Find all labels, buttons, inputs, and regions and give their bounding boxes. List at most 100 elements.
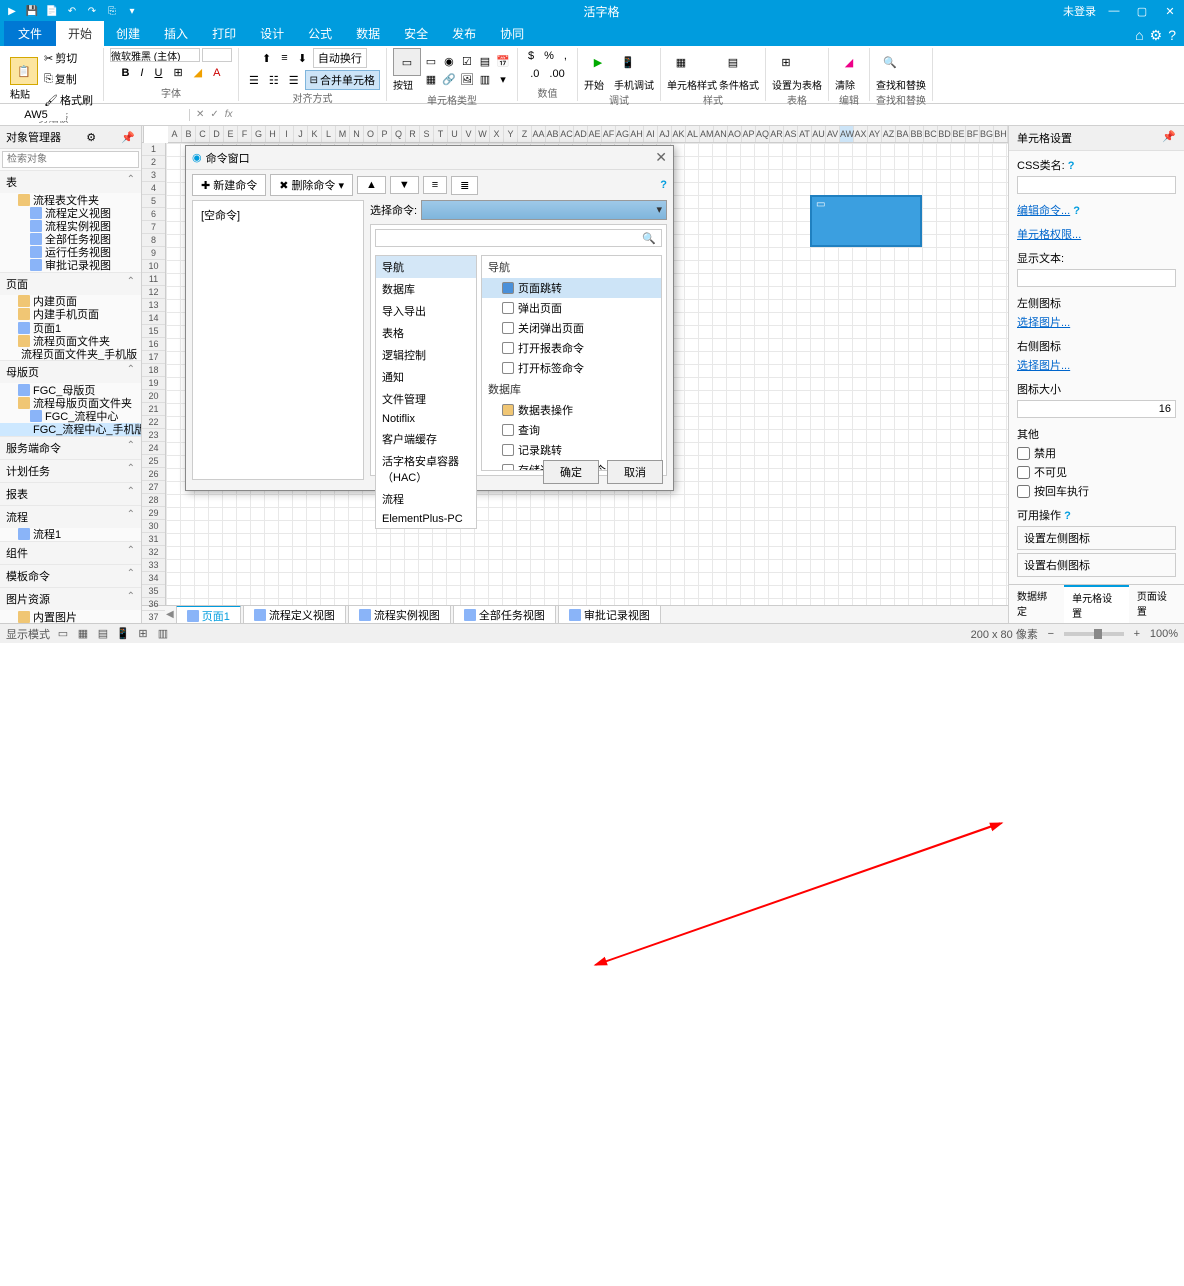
selected-cell[interactable]: ▭ bbox=[810, 195, 922, 247]
tree-folder[interactable]: 流程页面文件夹_手机版 bbox=[0, 347, 141, 360]
tab-insert[interactable]: 插入 bbox=[152, 21, 200, 46]
help-icon[interactable]: ? bbox=[1073, 205, 1080, 217]
dialog-close-icon[interactable]: ✕ bbox=[655, 149, 667, 166]
italic-button[interactable]: I bbox=[136, 64, 147, 81]
sb-icon3[interactable]: ▤ bbox=[96, 627, 110, 641]
css-class-input[interactable] bbox=[1017, 176, 1176, 194]
tab-create[interactable]: 创建 bbox=[104, 21, 152, 46]
cat-cache[interactable]: 客户端缓存 bbox=[376, 428, 476, 450]
cat-table[interactable]: 表格 bbox=[376, 322, 476, 344]
start-debug-icon[interactable]: ▶ bbox=[584, 48, 612, 76]
sheet-tab[interactable]: 流程定义视图 bbox=[243, 605, 346, 623]
tree-folder[interactable]: 内建手机页面 bbox=[0, 308, 141, 321]
zoom-level[interactable]: 100% bbox=[1150, 628, 1178, 640]
font-size-select[interactable] bbox=[202, 48, 232, 62]
mobile-debug-icon[interactable]: 📱 bbox=[614, 48, 642, 76]
fill-color-button[interactable]: ◢ bbox=[190, 64, 206, 81]
settings-icon[interactable]: ⚙ bbox=[1150, 27, 1163, 44]
sheet-nav-prev[interactable]: ◀ bbox=[166, 609, 174, 620]
tab-formula[interactable]: 公式 bbox=[296, 21, 344, 46]
ct3-icon[interactable]: ☑ bbox=[459, 53, 475, 69]
tree-item[interactable]: FGC_流程中心 bbox=[0, 410, 141, 423]
tab-print[interactable]: 打印 bbox=[200, 21, 248, 46]
new-command-button[interactable]: ✚新建命令 bbox=[192, 174, 266, 196]
sheet-tab[interactable]: 全部任务视图 bbox=[453, 605, 556, 623]
qat-copy-icon[interactable]: ⎘ bbox=[104, 3, 120, 19]
ct8-icon[interactable]: 🖼 bbox=[459, 71, 475, 87]
cancel-button[interactable]: 取消 bbox=[607, 460, 663, 484]
align-middle-button[interactable]: ≡ bbox=[277, 48, 291, 68]
login-status[interactable]: 未登录 bbox=[1063, 3, 1096, 19]
tree-folder[interactable]: 流程页面文件夹 bbox=[0, 334, 141, 347]
cat-db[interactable]: 数据库 bbox=[376, 278, 476, 300]
section-component[interactable]: 组件⌃ bbox=[0, 541, 141, 564]
wrap-button[interactable]: 自动换行 bbox=[313, 48, 367, 68]
cmd-table-op[interactable]: 数据表操作 bbox=[482, 400, 661, 420]
home-icon[interactable]: ⌂ bbox=[1135, 27, 1143, 44]
cmd-open-tab[interactable]: 打开标签命令 bbox=[482, 358, 661, 378]
tree-item[interactable]: 流程定义视图 bbox=[0, 206, 141, 219]
dialog-help-icon[interactable]: ? bbox=[660, 179, 667, 191]
cat-process[interactable]: 流程 bbox=[376, 488, 476, 510]
edit-command-link[interactable]: 编辑命令... bbox=[1017, 205, 1070, 217]
fx-icon[interactable]: fx bbox=[225, 109, 233, 120]
align-right-button[interactable]: ☰ bbox=[285, 70, 303, 90]
button-celltype-icon[interactable]: ▭ bbox=[393, 48, 421, 76]
move-down-button[interactable]: ▼ bbox=[390, 176, 419, 194]
qat-more-icon[interactable]: ▾ bbox=[124, 3, 140, 19]
tab-design[interactable]: 设计 bbox=[248, 21, 296, 46]
command-list[interactable]: [空命令] bbox=[192, 200, 364, 480]
tree-item[interactable]: 流程1 bbox=[0, 528, 141, 541]
ct7-icon[interactable]: 🔗 bbox=[441, 71, 457, 87]
invisible-checkbox[interactable] bbox=[1017, 466, 1030, 479]
section-report[interactable]: 报表⌃ bbox=[0, 482, 141, 505]
ct2-icon[interactable]: ◉ bbox=[441, 53, 457, 69]
tree-item[interactable]: 流程实例视图 bbox=[0, 219, 141, 232]
indent-button[interactable]: ≣ bbox=[451, 176, 478, 195]
qat-new-icon[interactable]: 📄 bbox=[44, 3, 60, 19]
qat-undo-icon[interactable]: ↶ bbox=[64, 3, 80, 19]
dec-inc-icon[interactable]: .0 bbox=[526, 66, 543, 82]
cellstyle-icon[interactable]: ▦ bbox=[667, 48, 695, 76]
underline-button[interactable]: U bbox=[150, 64, 166, 81]
ct4-icon[interactable]: ▤ bbox=[477, 53, 493, 69]
clear-icon[interactable]: ◢ bbox=[835, 48, 863, 76]
astable-icon[interactable]: ⊞ bbox=[772, 48, 800, 76]
help-icon[interactable]: ? bbox=[1168, 27, 1176, 44]
ok-button[interactable]: 确定 bbox=[543, 460, 599, 484]
accept-fx-icon[interactable]: ✓ bbox=[210, 109, 218, 120]
sheet-tab[interactable]: 流程实例视图 bbox=[348, 605, 451, 623]
section-master[interactable]: 母版页⌃ bbox=[0, 360, 141, 383]
cell-reference-input[interactable] bbox=[6, 109, 66, 121]
tab-start[interactable]: 开始 bbox=[56, 21, 104, 46]
dec-dec-icon[interactable]: .00 bbox=[545, 66, 568, 82]
currency-icon[interactable]: $ bbox=[524, 48, 538, 64]
rp-tab-databind[interactable]: 数据绑定 bbox=[1009, 585, 1064, 623]
paste-icon[interactable]: 📋 bbox=[10, 57, 38, 85]
sb-icon4[interactable]: 📱 bbox=[116, 627, 130, 641]
command-search-input[interactable] bbox=[375, 229, 662, 247]
enter-exec-checkbox[interactable] bbox=[1017, 485, 1030, 498]
cut-button[interactable]: ✂ 剪切 bbox=[40, 48, 97, 68]
select-right-image-link[interactable]: 选择图片... bbox=[1017, 360, 1070, 372]
gear-icon[interactable]: ⚙ bbox=[86, 131, 96, 144]
tab-security[interactable]: 安全 bbox=[392, 21, 440, 46]
cmd-open-report[interactable]: 打开报表命令 bbox=[482, 338, 661, 358]
pin-icon[interactable]: 📌 bbox=[121, 131, 135, 144]
section-process[interactable]: 流程⌃ bbox=[0, 505, 141, 528]
ct9-icon[interactable]: ▥ bbox=[477, 71, 493, 87]
bold-button[interactable]: B bbox=[117, 64, 133, 81]
tree-folder[interactable]: 流程母版页面文件夹 bbox=[0, 397, 141, 410]
section-servercmd[interactable]: 服务端命令⌃ bbox=[0, 436, 141, 459]
sb-icon6[interactable]: ▥ bbox=[156, 627, 170, 641]
tree-folder[interactable]: 内置图片 bbox=[0, 610, 141, 623]
file-tab[interactable]: 文件 bbox=[4, 21, 56, 46]
cmd-close-popup[interactable]: 关闭弹出页面 bbox=[482, 318, 661, 338]
cancel-fx-icon[interactable]: ✕ bbox=[196, 109, 204, 120]
section-schedtask[interactable]: 计划任务⌃ bbox=[0, 459, 141, 482]
condfmt-icon[interactable]: ▤ bbox=[719, 48, 747, 76]
rp-tab-pagesettings[interactable]: 页面设置 bbox=[1129, 585, 1184, 623]
cmd-record-jump[interactable]: 记录跳转 bbox=[482, 440, 661, 460]
format-painter-button[interactable]: 🖌 格式刷 bbox=[40, 90, 97, 110]
tab-collab[interactable]: 协同 bbox=[488, 21, 536, 46]
